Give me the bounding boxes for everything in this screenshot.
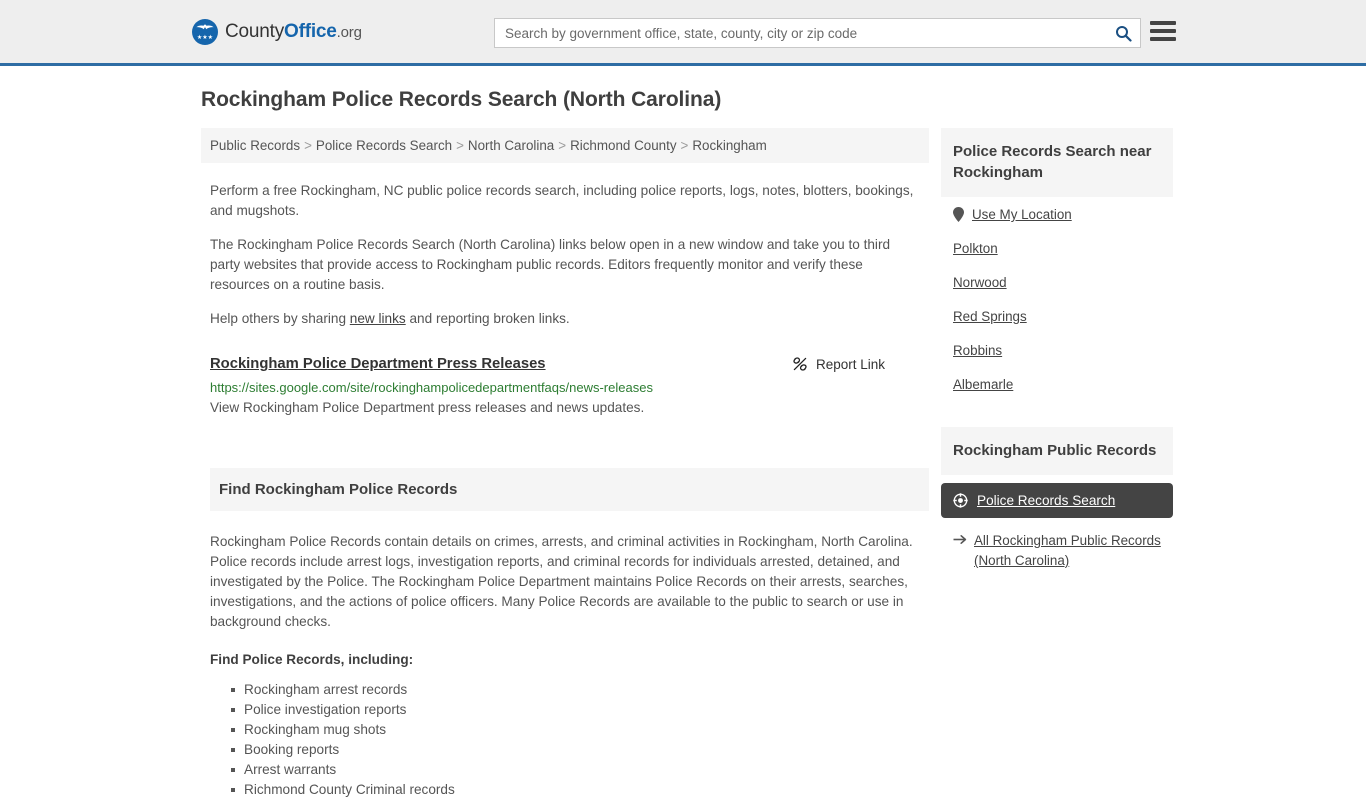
content-container: Rockingham Police Records Search (North … xyxy=(193,66,1173,800)
public-records-box: Rockingham Public Records Police Records… xyxy=(941,427,1173,571)
public-records-heading: Rockingham Public Records xyxy=(941,427,1173,475)
result-item: Rockingham Police Department Press Relea… xyxy=(210,356,929,415)
result-url: https://sites.google.com/site/rockingham… xyxy=(210,380,653,395)
list-item: Richmond County Criminal records xyxy=(231,780,929,800)
use-my-location-link[interactable]: Use My Location xyxy=(972,207,1072,222)
list-item: Rockingham arrest records xyxy=(231,680,929,700)
broken-link-icon xyxy=(793,357,807,371)
intro-paragraph-3: Help others by sharing new links and rep… xyxy=(210,309,922,329)
search-bar[interactable] xyxy=(494,18,1141,48)
nearby-place-link[interactable]: Red Springs xyxy=(953,309,1027,324)
intro-paragraph-1: Perform a free Rockingham, NC public pol… xyxy=(210,183,914,218)
list-item: Police investigation reports xyxy=(231,700,929,720)
hamburger-bar xyxy=(1150,37,1176,41)
police-records-search-label[interactable]: Police Records Search xyxy=(977,493,1115,508)
search-input[interactable] xyxy=(495,20,1106,46)
section-heading: Find Rockingham Police Records xyxy=(210,468,929,511)
breadcrumb-separator: > xyxy=(558,138,567,153)
list-item: Booking reports xyxy=(231,740,929,760)
breadcrumb-separator: > xyxy=(456,138,464,153)
logo-word-org: .org xyxy=(336,24,362,41)
hamburger-bar xyxy=(1150,29,1176,33)
sidebar-item-use-my-location[interactable]: Use My Location xyxy=(941,197,1173,231)
site-header: ★★★ CountyOffice.org xyxy=(0,0,1366,66)
police-records-list: Rockingham arrest records Police investi… xyxy=(210,680,929,800)
page-body: Rockingham Police Records Search (North … xyxy=(0,66,1366,800)
intro-text: Perform a free Rockingham, NC public pol… xyxy=(201,181,929,329)
nearby-place-link[interactable]: Albemarle xyxy=(953,377,1013,392)
police-records-search-button[interactable]: Police Records Search xyxy=(941,483,1173,518)
sidebar: Police Records Search near Rockingham Us… xyxy=(941,128,1173,575)
list-item: Rockingham mug shots xyxy=(231,720,929,740)
search-button[interactable] xyxy=(1106,20,1140,46)
nearby-searches-heading: Police Records Search near Rockingham xyxy=(941,128,1173,197)
all-public-records-row[interactable]: All Rockingham Public Records (North Car… xyxy=(941,531,1173,571)
report-link-button[interactable]: Report Link xyxy=(792,356,885,372)
breadcrumb-separator: > xyxy=(680,138,689,153)
share-text-after: and reporting broken links. xyxy=(405,311,570,326)
share-text-before: Help others by sharing xyxy=(210,311,350,326)
breadcrumb-item-public-records[interactable]: Public Records xyxy=(210,138,300,153)
report-link-label: Report Link xyxy=(815,356,885,372)
sidebar-item-norwood[interactable]: Norwood xyxy=(941,265,1173,299)
logo-word-county: County xyxy=(225,21,285,42)
two-column-layout: Public Records > Police Records Search > Nor… xyxy=(193,128,1173,800)
nearby-place-link[interactable]: Norwood xyxy=(953,275,1007,290)
main-column: Public Records > Police Records Search > Nor… xyxy=(201,128,929,800)
breadcrumb-item-police-records-search[interactable]: Police Records Search xyxy=(316,138,452,153)
section-body: Rockingham Police Records contain detail… xyxy=(210,532,929,800)
breadcrumb-item-north-carolina[interactable]: North Carolina xyxy=(468,138,554,153)
nearby-place-link[interactable]: Robbins xyxy=(953,343,1002,358)
sidebar-item-polkton[interactable]: Polkton xyxy=(941,231,1173,265)
crosshair-target-icon xyxy=(953,493,968,508)
sidebar-item-robbins[interactable]: Robbins xyxy=(941,333,1173,367)
list-item: Arrest warrants xyxy=(231,760,929,780)
eagle-shield-icon: ★★★ xyxy=(192,19,218,45)
breadcrumb-item-rockingham[interactable]: Rockingham xyxy=(692,138,766,153)
search-icon xyxy=(1115,25,1132,42)
eagle-glyph xyxy=(196,24,214,30)
map-pin-icon xyxy=(953,207,964,222)
all-public-records-link[interactable]: All Rockingham Public Records (North Car… xyxy=(974,531,1173,571)
hamburger-bar xyxy=(1150,21,1176,25)
hamburger-menu-icon[interactable] xyxy=(1150,20,1176,42)
breadcrumb-item-richmond-county[interactable]: Richmond County xyxy=(570,138,676,153)
result-title-link[interactable]: Rockingham Police Department Press Relea… xyxy=(210,356,792,372)
new-links-link[interactable]: new links xyxy=(350,311,406,326)
section-list-intro: Find Police Records, including: xyxy=(210,652,414,667)
arrow-right-icon xyxy=(953,534,967,544)
nearby-places-list: Use My Location Polkton Norwood Red Spri… xyxy=(941,197,1173,401)
site-logo-text: CountyOffice.org xyxy=(225,21,362,43)
breadcrumb: Public Records > Police Records Search > Nor… xyxy=(201,128,929,163)
page-title: Rockingham Police Records Search (North … xyxy=(201,88,722,111)
result-header-row: Rockingham Police Department Press Relea… xyxy=(210,356,929,372)
result-description: View Rockingham Police Department press … xyxy=(210,400,645,415)
logo-word-office: Office xyxy=(284,21,337,42)
nearby-place-link[interactable]: Polkton xyxy=(953,241,998,256)
intro-paragraph-2: The Rockingham Police Records Search (No… xyxy=(210,237,891,292)
stars-glyph: ★★★ xyxy=(196,35,214,41)
section-paragraph: Rockingham Police Records contain detail… xyxy=(210,534,913,629)
site-logo[interactable]: ★★★ CountyOffice.org xyxy=(192,19,362,45)
sidebar-item-albemarle[interactable]: Albemarle xyxy=(941,367,1173,401)
breadcrumb-separator: > xyxy=(304,138,312,153)
nearby-searches-box: Police Records Search near Rockingham Us… xyxy=(941,128,1173,401)
sidebar-item-red-springs[interactable]: Red Springs xyxy=(941,299,1173,333)
